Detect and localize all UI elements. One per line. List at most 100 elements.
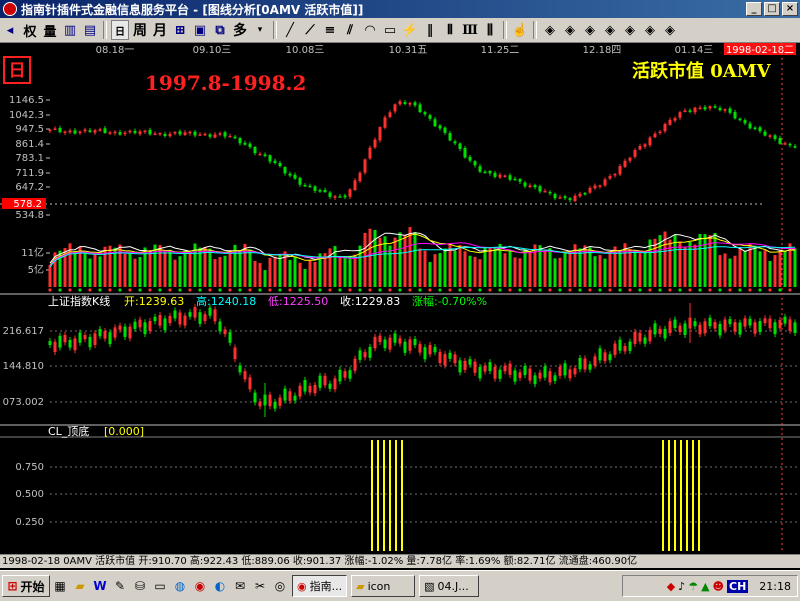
volume-bar bbox=[293, 256, 297, 287]
index-candle-body bbox=[228, 332, 232, 343]
index-icon[interactable]: ▤ bbox=[81, 20, 99, 40]
tray-shield-icon[interactable]: ▲ bbox=[701, 580, 709, 593]
price-candle-body bbox=[278, 163, 282, 167]
diamond-icon[interactable]: ◈ bbox=[621, 20, 639, 40]
volume-bar bbox=[128, 253, 132, 287]
parallel-line-icon[interactable]: ≡ bbox=[321, 20, 339, 40]
diamond-icon[interactable]: ◈ bbox=[601, 20, 619, 40]
price-candle-body bbox=[198, 134, 202, 136]
monthly-period-button[interactable]: 月 bbox=[151, 20, 169, 40]
price-candle-body bbox=[418, 104, 422, 113]
price-candle-body bbox=[163, 133, 167, 137]
maximize-button[interactable]: □ bbox=[764, 2, 780, 16]
media-icon[interactable]: ◍ bbox=[171, 577, 189, 595]
mail-icon[interactable]: ✉ bbox=[231, 577, 249, 595]
close-button[interactable]: × bbox=[782, 2, 798, 16]
period-line-icon[interactable]: ‖ bbox=[421, 20, 439, 40]
price-candle-body bbox=[748, 123, 752, 129]
window-icon[interactable]: ▭ bbox=[151, 577, 169, 595]
task-stock-app[interactable]: ◉ 指南... bbox=[292, 575, 348, 597]
task-image-viewer[interactable]: ▧ 04.J... bbox=[419, 575, 480, 597]
volume-bar bbox=[493, 246, 497, 287]
chart-icon[interactable]: ▥ bbox=[61, 20, 79, 40]
minimize-button[interactable]: _ bbox=[746, 2, 762, 16]
tray-network-icon[interactable]: ☂ bbox=[688, 580, 698, 593]
back-icon[interactable]: ◂ bbox=[1, 20, 19, 40]
volume-bar bbox=[123, 253, 127, 287]
volume-dot bbox=[268, 288, 272, 292]
diamond-icon[interactable]: ◈ bbox=[661, 20, 679, 40]
tray-user-icon[interactable]: ☻ bbox=[713, 580, 724, 593]
price-candle-body bbox=[708, 106, 712, 109]
volume-bar bbox=[768, 261, 772, 287]
price-tick-label: 711.9 bbox=[15, 168, 44, 179]
diamond-icon[interactable]: ◈ bbox=[561, 20, 579, 40]
price-candle-body bbox=[548, 191, 552, 194]
price-candle-body bbox=[698, 107, 702, 110]
price-candle-body bbox=[463, 148, 467, 158]
cursor-icon[interactable]: ☝ bbox=[511, 20, 529, 40]
stock-chart[interactable]: 日 08.18一 09.10三 10.08三 10.31五 11.25二 12.18四 01… bbox=[0, 43, 800, 553]
dropdown-icon[interactable]: ▾ bbox=[251, 20, 269, 40]
price-candle-body bbox=[143, 130, 147, 133]
bars-icon[interactable]: ⫼ bbox=[481, 20, 499, 40]
tray-volume-icon[interactable]: ♪ bbox=[678, 580, 685, 593]
network-icon[interactable]: ⛁ bbox=[131, 577, 149, 595]
desktop-icon[interactable]: ▦ bbox=[51, 577, 69, 595]
line-tool-icon[interactable]: ╱ bbox=[281, 20, 299, 40]
start-button[interactable]: ⊞ 开始 bbox=[2, 575, 50, 597]
volume-bar bbox=[48, 265, 52, 287]
price-tag-value: 578.2 bbox=[13, 199, 42, 210]
volume-bar bbox=[403, 234, 407, 287]
volume-dot-row bbox=[48, 288, 792, 292]
text-tool-icon[interactable]: Ⅲ bbox=[461, 20, 479, 40]
price-candle-body bbox=[773, 135, 777, 140]
disc-icon[interactable]: ◎ bbox=[271, 577, 289, 595]
folder-icon[interactable]: ▰ bbox=[71, 577, 89, 595]
index-candle-body bbox=[463, 360, 467, 370]
diamond-icon[interactable]: ◈ bbox=[541, 20, 559, 40]
price-candle-body bbox=[123, 132, 127, 135]
window-cascade-icon[interactable]: ⧉ bbox=[211, 20, 229, 40]
index-candle-body bbox=[718, 323, 722, 336]
weekly-period-button[interactable]: 周 bbox=[131, 20, 149, 40]
index-candle-body bbox=[83, 335, 87, 340]
window-list-icon[interactable]: ▣ bbox=[191, 20, 209, 40]
ray-tool-icon[interactable]: ⟋ bbox=[301, 20, 319, 40]
word-icon[interactable]: W bbox=[91, 577, 109, 595]
volume-dot bbox=[358, 288, 362, 292]
volume-bar bbox=[723, 253, 727, 287]
diamond-icon[interactable]: ◈ bbox=[641, 20, 659, 40]
volume-dot bbox=[418, 288, 422, 292]
task-icon-folder[interactable]: ▰ icon bbox=[351, 575, 416, 597]
diamond-icon[interactable]: ◈ bbox=[581, 20, 599, 40]
grid-lines-icon[interactable]: ⦀ bbox=[441, 20, 459, 40]
price-candle-body bbox=[633, 150, 637, 157]
volume-dot bbox=[598, 288, 602, 292]
ime-indicator[interactable]: CH bbox=[727, 579, 749, 593]
arc-tool-icon[interactable]: ◠ bbox=[361, 20, 379, 40]
volume-bar bbox=[258, 263, 262, 287]
price-candle-body bbox=[593, 185, 597, 189]
volume-icon[interactable]: 量 bbox=[41, 20, 59, 40]
more-menu-button[interactable]: 多 bbox=[231, 20, 249, 40]
browser-icon[interactable]: ◐ bbox=[211, 577, 229, 595]
rect-tool-icon[interactable]: ▭ bbox=[381, 20, 399, 40]
daily-period-button[interactable]: 日 bbox=[111, 20, 129, 40]
weight-icon[interactable]: 权 bbox=[21, 20, 39, 40]
channel-icon[interactable]: ⫽ bbox=[341, 20, 359, 40]
index-candle-body bbox=[608, 354, 612, 361]
brush-icon[interactable]: ✎ bbox=[111, 577, 129, 595]
fib-tool-icon[interactable]: ⚡ bbox=[401, 20, 419, 40]
index-candle-body bbox=[78, 332, 82, 343]
volume-dot bbox=[398, 288, 402, 292]
tray-app-icon[interactable]: ◆ bbox=[667, 580, 675, 593]
volume-tick-label: 5亿 bbox=[28, 263, 44, 276]
volume-bar bbox=[473, 256, 477, 287]
tool-icon[interactable]: ✂ bbox=[251, 577, 269, 595]
volume-bar bbox=[558, 257, 562, 287]
signal-value: [0.000] bbox=[104, 425, 144, 438]
app-icon[interactable]: ◉ bbox=[191, 577, 209, 595]
window-tile-icon[interactable]: ⊞ bbox=[171, 20, 189, 40]
volume-dot bbox=[708, 288, 712, 292]
